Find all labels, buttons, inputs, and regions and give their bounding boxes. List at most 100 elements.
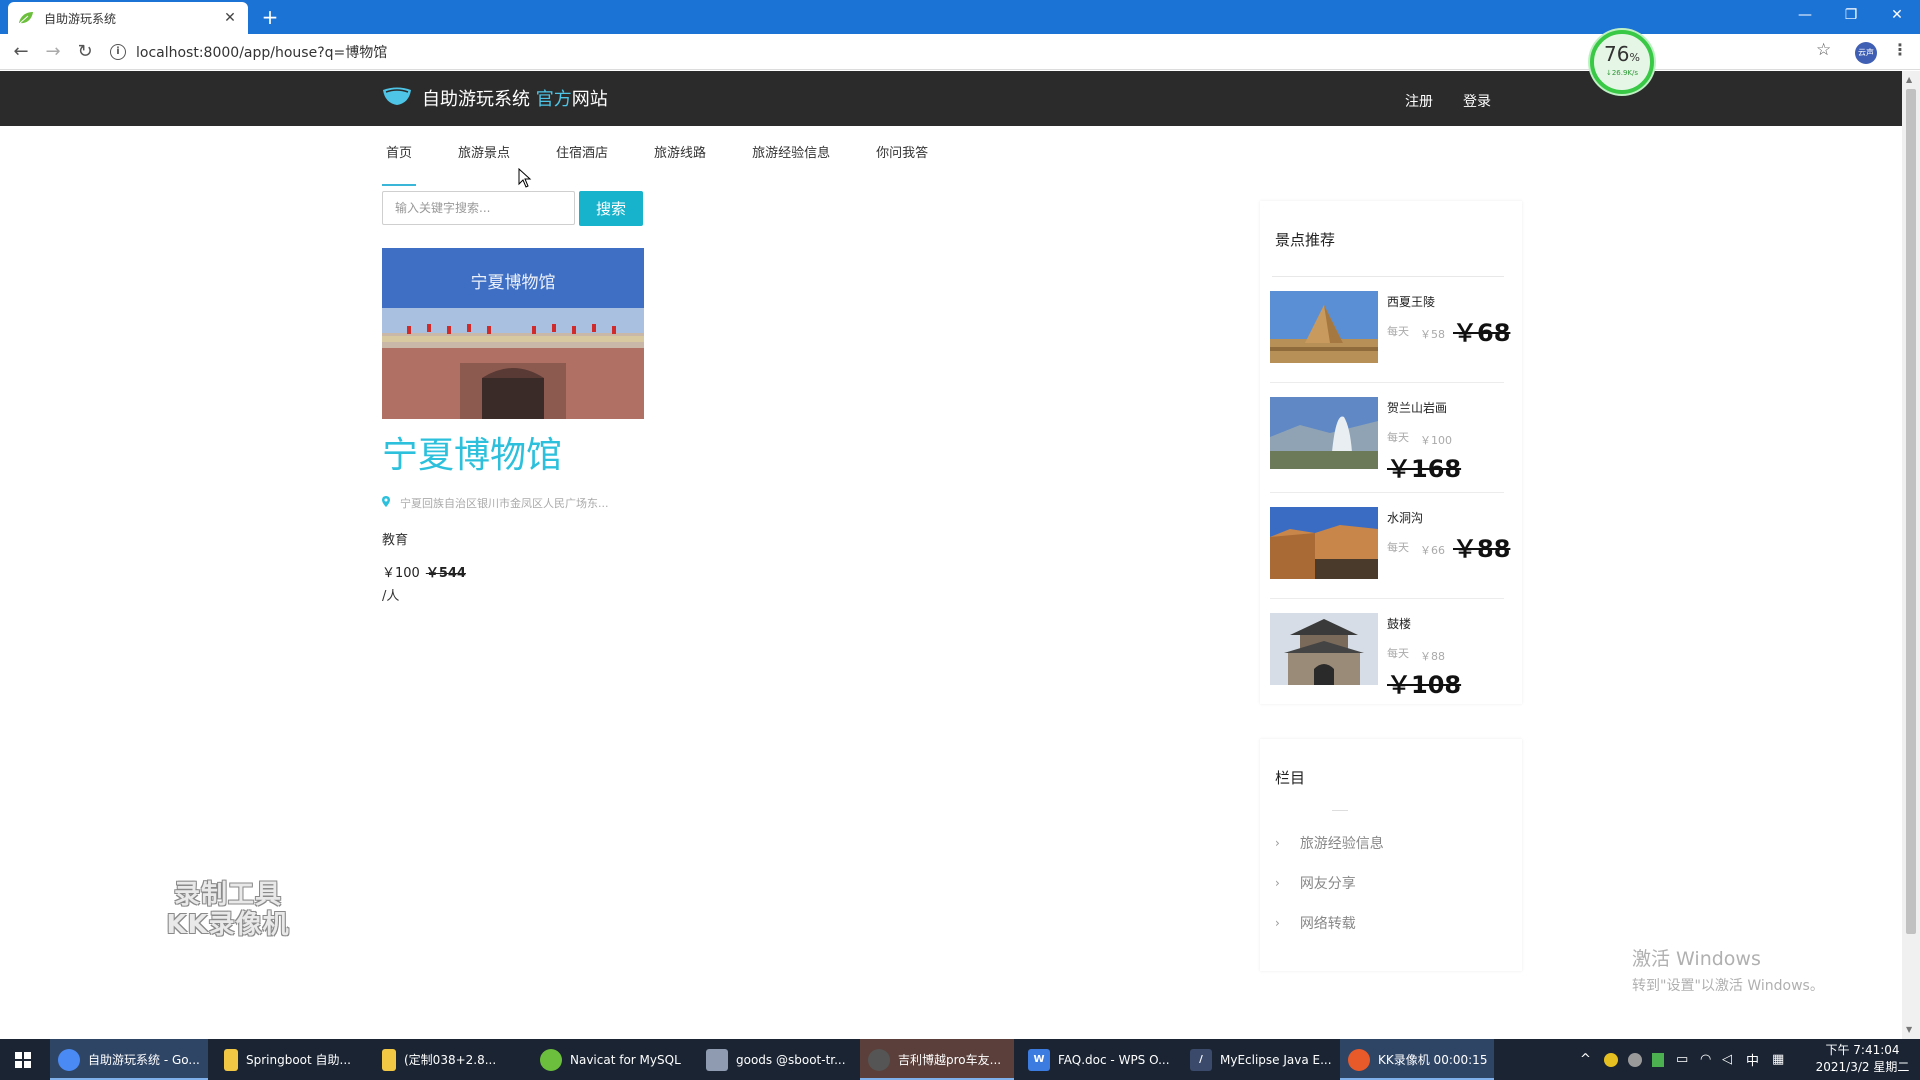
chevron-right-icon: › (1275, 916, 1280, 930)
nav-scenic-spots[interactable]: 旅游景点 (454, 140, 514, 174)
profile-avatar[interactable]: 云声 (1855, 42, 1877, 64)
reload-icon[interactable]: ↻ (72, 40, 98, 64)
spot-thumb-helan[interactable] (1270, 397, 1378, 469)
category-label[interactable]: 网友分享 (1300, 873, 1356, 893)
category-label[interactable]: 旅游经验信息 (1300, 833, 1384, 853)
spot-item[interactable]: 西夏王陵 每天 ￥58 ￥68 (1270, 277, 1510, 383)
minimize-icon[interactable]: — (1782, 0, 1828, 30)
nav-home[interactable]: 首页 (382, 140, 417, 186)
mouse-cursor-icon (518, 168, 532, 188)
category-item[interactable]: › 旅游经验信息 (1260, 823, 1522, 863)
taskbar-label: Navicat for MySQL (570, 1052, 681, 1067)
system-clock[interactable]: 下午 7:41:04 2021/3/2 星期二 (1805, 1042, 1920, 1076)
chevron-right-icon: › (1275, 876, 1280, 890)
search-button[interactable]: 搜索 (579, 191, 643, 226)
taskbar-item-folder1[interactable]: Springboot 自助... (216, 1039, 366, 1080)
spot-daily: 每天 (1387, 541, 1409, 554)
tray-chevron-icon[interactable]: ^ (1580, 1039, 1591, 1080)
new-tab-plus-icon[interactable]: + (258, 6, 282, 30)
spot-thumb-xixia[interactable] (1270, 291, 1378, 363)
spot-name[interactable]: 水洞沟 (1387, 509, 1423, 526)
register-link[interactable]: 注册 (1405, 91, 1433, 111)
spot-daily: 每天 (1387, 431, 1409, 444)
spot-item[interactable]: 水洞沟 每天 ￥66 ￥88 (1270, 493, 1510, 599)
category-item[interactable]: › 网络转载 (1260, 903, 1522, 943)
nav-qa[interactable]: 你问我答 (872, 140, 932, 174)
scroll-up-icon[interactable]: ▲ (1906, 75, 1912, 84)
spot-price: ￥108 (1387, 671, 1462, 699)
scroll-down-icon[interactable]: ▼ (1906, 1025, 1912, 1034)
spot-orig-price: ￥88 (1420, 650, 1445, 663)
taskbar-label: (定制038+2.8... (404, 1053, 497, 1067)
net-percent: 76 (1604, 42, 1630, 66)
leaf-icon (18, 10, 34, 26)
back-arrow-icon[interactable]: ← (8, 40, 34, 64)
nav-experience[interactable]: 旅游经验信息 (748, 140, 834, 174)
restore-icon[interactable]: ❐ (1828, 0, 1874, 30)
taskbar-item-goods[interactable]: goods @sboot-tr... (698, 1039, 854, 1080)
taskbar-item-chrome[interactable]: 自助游玩系统 - Go... (50, 1039, 208, 1080)
scrollbar-thumb[interactable] (1906, 89, 1916, 934)
spot-orig-price: ￥58 (1420, 328, 1445, 341)
spot-name[interactable]: 西夏王陵 (1387, 293, 1435, 310)
result-card[interactable]: 宁夏博物馆 宁夏博物馆 宁夏回族自治区银川市金凤区人民广场东... 教育 ￥10… (382, 248, 644, 604)
result-title[interactable]: 宁夏博物馆 (382, 435, 644, 477)
category-item[interactable]: › 网友分享 (1260, 863, 1522, 903)
wifi-icon[interactable]: ◠ (1700, 1039, 1711, 1080)
spot-item[interactable]: 鼓楼 每天 ￥88 ￥108 (1270, 599, 1504, 709)
ime-mode-icon[interactable]: ▦ (1772, 1039, 1784, 1080)
taskbar-label: 吉利博越pro车友... (898, 1053, 1002, 1067)
windows-activation-notice: 激活 Windows 转到"设置"以激活 Windows。 (1632, 944, 1824, 995)
recommend-title: 景点推荐 (1275, 231, 1336, 249)
watermark-line2: KK录像机 (166, 910, 290, 940)
site-logo[interactable]: 自助游玩系统 官方网站 (382, 85, 608, 111)
site-info-icon[interactable]: i (110, 44, 126, 60)
nav-hotels[interactable]: 住宿酒店 (552, 140, 612, 174)
battery-icon[interactable]: ▭ (1676, 1039, 1688, 1080)
divider (1332, 810, 1348, 811)
taskbar-item-chat[interactable]: 吉利博越pro车友... (860, 1039, 1014, 1080)
window-close-icon[interactable]: ✕ (1874, 0, 1920, 30)
spot-name[interactable]: 鼓楼 (1387, 615, 1411, 632)
eclipse-icon: / (1190, 1048, 1212, 1071)
taskbar-item-navicat[interactable]: Navicat for MySQL (532, 1039, 690, 1080)
omnibox[interactable]: i localhost:8000/app/house?q=博物馆 (110, 39, 1810, 65)
forward-arrow-icon[interactable]: → (40, 40, 66, 64)
spot-price: ￥88 (1453, 535, 1511, 563)
location-pin-icon (382, 496, 390, 510)
spot-price: ￥68 (1453, 319, 1511, 347)
tray-app-icon[interactable] (1628, 1052, 1642, 1067)
taskbar-item-kk[interactable]: KK录像机 00:00:15 (1340, 1039, 1494, 1080)
tray-app-icon[interactable] (1652, 1052, 1664, 1067)
browser-tab[interactable]: 自助游玩系统 ✕ (8, 2, 248, 34)
category-panel: 栏目 › 旅游经验信息 › 网友分享 › 网络转载 (1260, 739, 1522, 971)
search-input[interactable] (382, 191, 575, 225)
page-scrollbar[interactable]: ▲ ▼ (1902, 71, 1920, 1039)
taskbar-label: MyEclipse Java E... (1220, 1052, 1332, 1067)
spot-thumb-shuidonggou[interactable] (1270, 507, 1378, 579)
nav-routes[interactable]: 旅游线路 (650, 140, 710, 174)
main-nav: 首页 旅游景点 住宿酒店 旅游线路 旅游经验信息 你问我答 (382, 140, 970, 186)
windows-start-icon[interactable] (0, 1039, 46, 1080)
taskbar-item-folder2[interactable]: (定制038+2.8... (374, 1039, 524, 1080)
tab-close-icon[interactable]: ✕ (222, 10, 238, 26)
tab-title: 自助游玩系统 (44, 11, 117, 26)
category-title: 栏目 (1275, 769, 1306, 787)
spot-thumb-gulou[interactable] (1270, 613, 1378, 685)
taskbar-item-myeclipse[interactable]: / MyEclipse Java E... (1182, 1039, 1334, 1080)
tray-app-icon[interactable] (1604, 1052, 1618, 1067)
museum-photo[interactable]: 宁夏博物馆 (382, 248, 644, 419)
bookmark-star-icon[interactable]: ☆ (1816, 40, 1831, 60)
recorder-icon (1348, 1048, 1370, 1071)
taskbar-item-wps[interactable]: W FAQ.doc - WPS O... (1020, 1039, 1176, 1080)
volume-muted-icon[interactable]: ◁ (1722, 1039, 1732, 1080)
url-text[interactable]: localhost:8000/app/house?q=博物馆 (136, 42, 387, 62)
browser-menu-icon[interactable]: ⋮ (1892, 40, 1908, 59)
result-original-price: ￥544 (425, 566, 466, 581)
category-label[interactable]: 网络转载 (1300, 913, 1356, 933)
login-link[interactable]: 登录 (1463, 91, 1491, 111)
chrome-icon (58, 1048, 80, 1071)
spot-name[interactable]: 贺兰山岩画 (1387, 399, 1447, 416)
ime-indicator[interactable]: 中 (1746, 1039, 1759, 1080)
spot-item[interactable]: 贺兰山岩画 每天 ￥100 ￥168 (1270, 383, 1504, 493)
